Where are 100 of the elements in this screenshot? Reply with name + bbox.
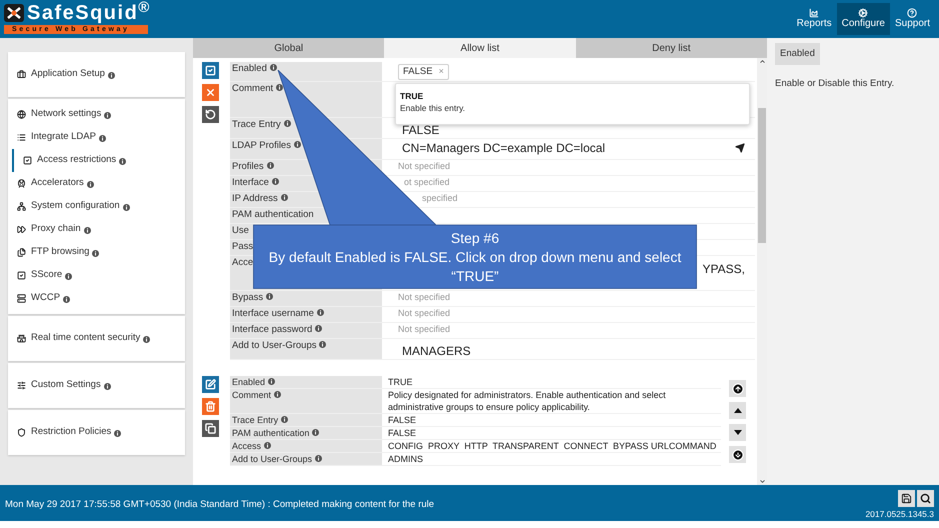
tab[interactable]: Global: [193, 38, 384, 58]
info-icon[interactable]: [272, 178, 279, 185]
sidebar-item[interactable]: Network settings: [8, 103, 185, 126]
field-value: Policy designated for administrators. Enable authentication and select administrative groups to ensure policy applicability.: [388, 389, 667, 413]
search-button[interactable]: [917, 490, 934, 507]
delete-button[interactable]: [202, 398, 219, 415]
field-label: Pass: [232, 241, 254, 252]
info-icon[interactable]: [315, 455, 322, 462]
field-label: Comment: [232, 83, 274, 94]
info-icon[interactable]: [108, 72, 115, 78]
scroll-down-icon[interactable]: [758, 478, 766, 485]
help-title: Enabled: [775, 43, 820, 66]
move-down-button[interactable]: [729, 424, 746, 441]
info-icon[interactable]: [114, 430, 122, 436]
scrollbar[interactable]: [757, 58, 767, 485]
sidebar-item[interactable]: Access restrictions: [12, 149, 185, 172]
info-icon[interactable]: [119, 158, 126, 164]
arrow-down-icon: [732, 448, 744, 460]
sidebar-item[interactable]: Proxy chain: [8, 218, 185, 241]
info-icon[interactable]: [65, 272, 72, 280]
arrow-up-icon: [732, 382, 744, 394]
status-message: Mon May 29 2017 17:55:58 GMT+0530 (India Standard Time) : Completed making content for the rule: [5, 498, 434, 512]
undo-icon: [205, 109, 216, 120]
trash-icon: [205, 401, 216, 412]
sidebar-label: Restriction Policies: [31, 425, 112, 440]
info-icon[interactable]: [98, 134, 106, 142]
info-icon[interactable]: [294, 141, 301, 148]
sidebar-item[interactable]: Integrate LDAP: [8, 126, 185, 149]
sidebar-item[interactable]: Restriction Policies: [8, 421, 185, 444]
checkbox-icon: [23, 156, 32, 165]
sidebar-item[interactable]: WCCP: [8, 287, 185, 310]
sidebar-item[interactable]: Real time content security: [8, 327, 185, 350]
field-label: Bypass: [232, 292, 264, 303]
info-icon[interactable]: [276, 84, 284, 91]
info-icon[interactable]: [312, 429, 320, 436]
info-icon[interactable]: [274, 391, 282, 398]
nav-button[interactable]: Support: [890, 3, 935, 35]
field-label: Add to User-Groups: [232, 454, 312, 465]
sidebar-item[interactable]: SScore: [8, 264, 185, 287]
sidebar-label: SScore: [31, 268, 62, 282]
info-icon[interactable]: [280, 194, 288, 201]
move-up-button[interactable]: [729, 402, 746, 419]
move-bottom-button[interactable]: [729, 446, 746, 463]
info-icon[interactable]: [281, 416, 288, 423]
tab[interactable]: Allow list: [384, 38, 576, 58]
info-icon[interactable]: [86, 180, 94, 188]
move-top-button[interactable]: [729, 380, 746, 397]
gear-icon: [858, 8, 868, 18]
nav-button[interactable]: Reports: [792, 3, 837, 35]
undo-button[interactable]: [202, 106, 219, 123]
info-icon[interactable]: [268, 378, 276, 385]
info-icon[interactable]: [63, 296, 70, 302]
info-icon[interactable]: [92, 250, 100, 256]
cancel-button[interactable]: [202, 84, 219, 101]
sidebar-item[interactable]: Application Setup: [8, 63, 185, 86]
save-button[interactable]: [202, 62, 219, 79]
sidebar-label: Integrate LDAP: [31, 130, 96, 144]
info-icon[interactable]: [266, 293, 274, 300]
checkbox-icon: [205, 65, 216, 76]
info-icon[interactable]: [122, 204, 130, 210]
info-icon[interactable]: [143, 336, 150, 342]
scroll-up-icon[interactable]: [758, 58, 766, 65]
info-icon[interactable]: [319, 341, 326, 348]
send-icon[interactable]: [735, 143, 745, 153]
nav-button[interactable]: Configure: [836, 3, 890, 35]
field-value: FALSE: [388, 427, 416, 439]
info-icon[interactable]: [315, 325, 322, 332]
field-value: CONFIG PROXY HTTP TRANSPARENT CONNECT BYPASS URLCOMMAND: [388, 440, 716, 452]
tab[interactable]: Deny list: [576, 38, 767, 58]
info-icon[interactable]: [270, 64, 277, 71]
info-icon[interactable]: [104, 382, 111, 390]
sidebar-item[interactable]: Accelerators: [8, 172, 185, 195]
sidebar-label: Proxy chain: [31, 222, 81, 236]
sidebar-label: Access restrictions: [37, 153, 116, 168]
sidebar-item[interactable]: Custom Settings: [8, 374, 185, 397]
edit-button[interactable]: [202, 376, 219, 393]
logo-icon: [4, 4, 24, 22]
field-label: Enabled: [232, 377, 266, 388]
field-label: Comment: [232, 390, 272, 401]
field-label: Trace Entry: [232, 415, 278, 426]
copy-icon: [205, 423, 216, 434]
info-icon[interactable]: [316, 309, 324, 316]
info-icon[interactable]: [266, 162, 274, 169]
value-tag[interactable]: FALSE ×: [398, 64, 449, 80]
info-icon[interactable]: [104, 112, 112, 118]
sidebar-label: Custom Settings: [31, 378, 101, 392]
sidebar-item[interactable]: System configuration: [8, 195, 185, 218]
field-value: YPASS,: [702, 261, 745, 278]
field-label: LDAP Profiles: [232, 140, 291, 151]
placeholder-text: ot specified: [404, 176, 450, 189]
field-label: Access: [232, 441, 262, 452]
copy-button[interactable]: [202, 420, 219, 437]
sidebar-label: System configuration: [31, 199, 120, 214]
logo-name: SafeSquid$^{®}$: [27, 2, 151, 24]
save-icon-button[interactable]: [898, 490, 915, 507]
info-icon[interactable]: [264, 442, 272, 449]
dropdown-option[interactable]: TRUE Enable this entry.: [400, 91, 745, 115]
info-icon[interactable]: [84, 226, 91, 234]
sidebar-item[interactable]: FTP browsing: [8, 241, 185, 264]
info-icon[interactable]: [284, 120, 291, 127]
